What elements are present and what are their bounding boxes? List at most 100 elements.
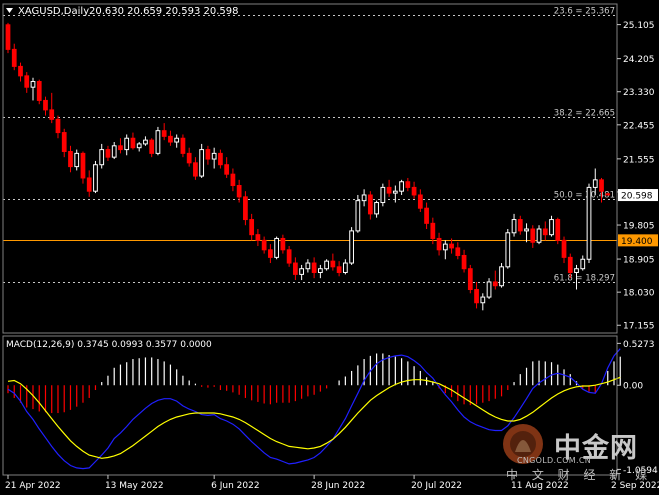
- y-tick-label: 22.455: [623, 121, 655, 131]
- macd-y-tick-label: 0.5273: [623, 340, 655, 350]
- candle-body: [361, 194, 367, 202]
- candle-body: [36, 81, 42, 101]
- candle-body: [449, 243, 454, 249]
- y-tick-label: 23.330: [623, 88, 655, 98]
- candle-body: [536, 228, 542, 243]
- candle-body: [280, 237, 286, 251]
- candle-body: [86, 177, 92, 192]
- candle-body: [592, 179, 598, 188]
- candle-body: [30, 81, 36, 88]
- candle-body: [474, 289, 479, 304]
- y-tick-label: 18.030: [623, 289, 655, 299]
- candle-body: [355, 200, 361, 232]
- candle-body: [480, 296, 486, 304]
- y-tick-label: 25.105: [623, 21, 655, 31]
- candle-body: [136, 143, 142, 149]
- candle-body: [199, 149, 205, 177]
- candle-body: [436, 237, 442, 251]
- candle-body: [274, 237, 280, 258]
- candle-body: [311, 262, 317, 273]
- fib-level-label: 23.6 = 25.367: [554, 7, 615, 17]
- candle-body: [349, 230, 354, 264]
- candle-body: [380, 186, 386, 204]
- candle-body: [205, 149, 211, 160]
- candle-body: [399, 181, 404, 192]
- x-tick-label: 28 Jun 2022: [311, 481, 365, 491]
- candle-body: [492, 281, 498, 287]
- candle-body: [61, 132, 67, 152]
- candle-body: [18, 65, 23, 77]
- candle-body: [143, 139, 148, 145]
- candle-body: [168, 135, 173, 143]
- candle-body: [180, 137, 186, 154]
- chart-area[interactable]: 23.6 = 25.367 38.2 = 22.665 50.0 = 20.481 6…: [0, 0, 659, 495]
- candle-body: [293, 262, 298, 275]
- candle-body: [580, 258, 586, 270]
- candle-body: [411, 186, 417, 196]
- candle-body: [249, 219, 255, 236]
- candle-body: [599, 179, 604, 192]
- candle-body: [43, 99, 48, 111]
- candle-body: [549, 219, 554, 236]
- y-tick-label: 21.555: [623, 155, 655, 165]
- candle-body: [511, 219, 517, 234]
- candle-body: [5, 24, 11, 50]
- chart-background: [0, 0, 659, 495]
- fib-level-label: 38.2 = 22.665: [554, 109, 615, 119]
- fib-level-label: 50.0 = 20.481: [554, 191, 615, 201]
- macd-y-tick-label: 0.00: [623, 382, 643, 392]
- candle-body: [417, 194, 423, 209]
- candle-body: [299, 268, 305, 275]
- candle-body: [586, 186, 592, 260]
- current-price-label: 20.598: [621, 192, 653, 202]
- candle-body: [317, 268, 323, 273]
- y-tick-label: 24.205: [623, 55, 655, 65]
- candle-body: [455, 247, 461, 256]
- x-tick-label: 21 Apr 2022: [5, 481, 61, 491]
- candle-body: [405, 181, 411, 188]
- support-price-label: 19.400: [621, 237, 653, 247]
- candle-body: [286, 249, 292, 264]
- candle-body: [542, 228, 548, 236]
- y-tick-label: 17.155: [623, 322, 655, 332]
- candle-body: [99, 149, 105, 166]
- candle-body: [336, 266, 342, 273]
- candle-body: [524, 228, 529, 232]
- candle-body: [149, 139, 155, 154]
- x-tick-label: 6 Jun 2022: [211, 481, 259, 491]
- candle-body: [574, 268, 579, 273]
- candle-body: [111, 145, 117, 158]
- candle-body: [68, 150, 73, 168]
- candle-body: [430, 222, 436, 239]
- x-tick-label: 20 Jul 2022: [411, 481, 462, 491]
- candle-body: [467, 268, 473, 291]
- candle-body: [55, 118, 61, 134]
- ohlc-readout: 20.630 20.659 20.593 20.598: [89, 6, 239, 17]
- candle-body: [505, 232, 511, 268]
- candle-body: [386, 186, 392, 194]
- candle-body: [218, 152, 223, 166]
- candle-body: [324, 260, 329, 270]
- candle-body: [305, 262, 311, 270]
- candle-body: [224, 164, 230, 175]
- candle-body: [374, 202, 379, 215]
- candle-body: [442, 243, 448, 251]
- candle-body: [268, 249, 273, 258]
- candle-body: [211, 152, 217, 160]
- candle-body: [261, 239, 267, 251]
- candle-body: [93, 164, 98, 192]
- y-tick-label: 18.905: [623, 256, 655, 266]
- candle-body: [499, 266, 504, 287]
- candle-body: [330, 260, 336, 268]
- candle-body: [605, 193, 611, 196]
- candle-body: [392, 190, 398, 194]
- candle-body: [230, 173, 236, 187]
- candle-body: [161, 130, 167, 137]
- watermark: 中金网 CNGOLD.COM.CN 中 文 财 经 新 媒 体: [506, 422, 659, 495]
- candle-body: [367, 194, 373, 215]
- candle-body: [555, 219, 561, 241]
- candle-body: [174, 137, 180, 143]
- candle-body: [517, 219, 523, 232]
- candle-body: [124, 137, 130, 151]
- candle-body: [80, 152, 86, 179]
